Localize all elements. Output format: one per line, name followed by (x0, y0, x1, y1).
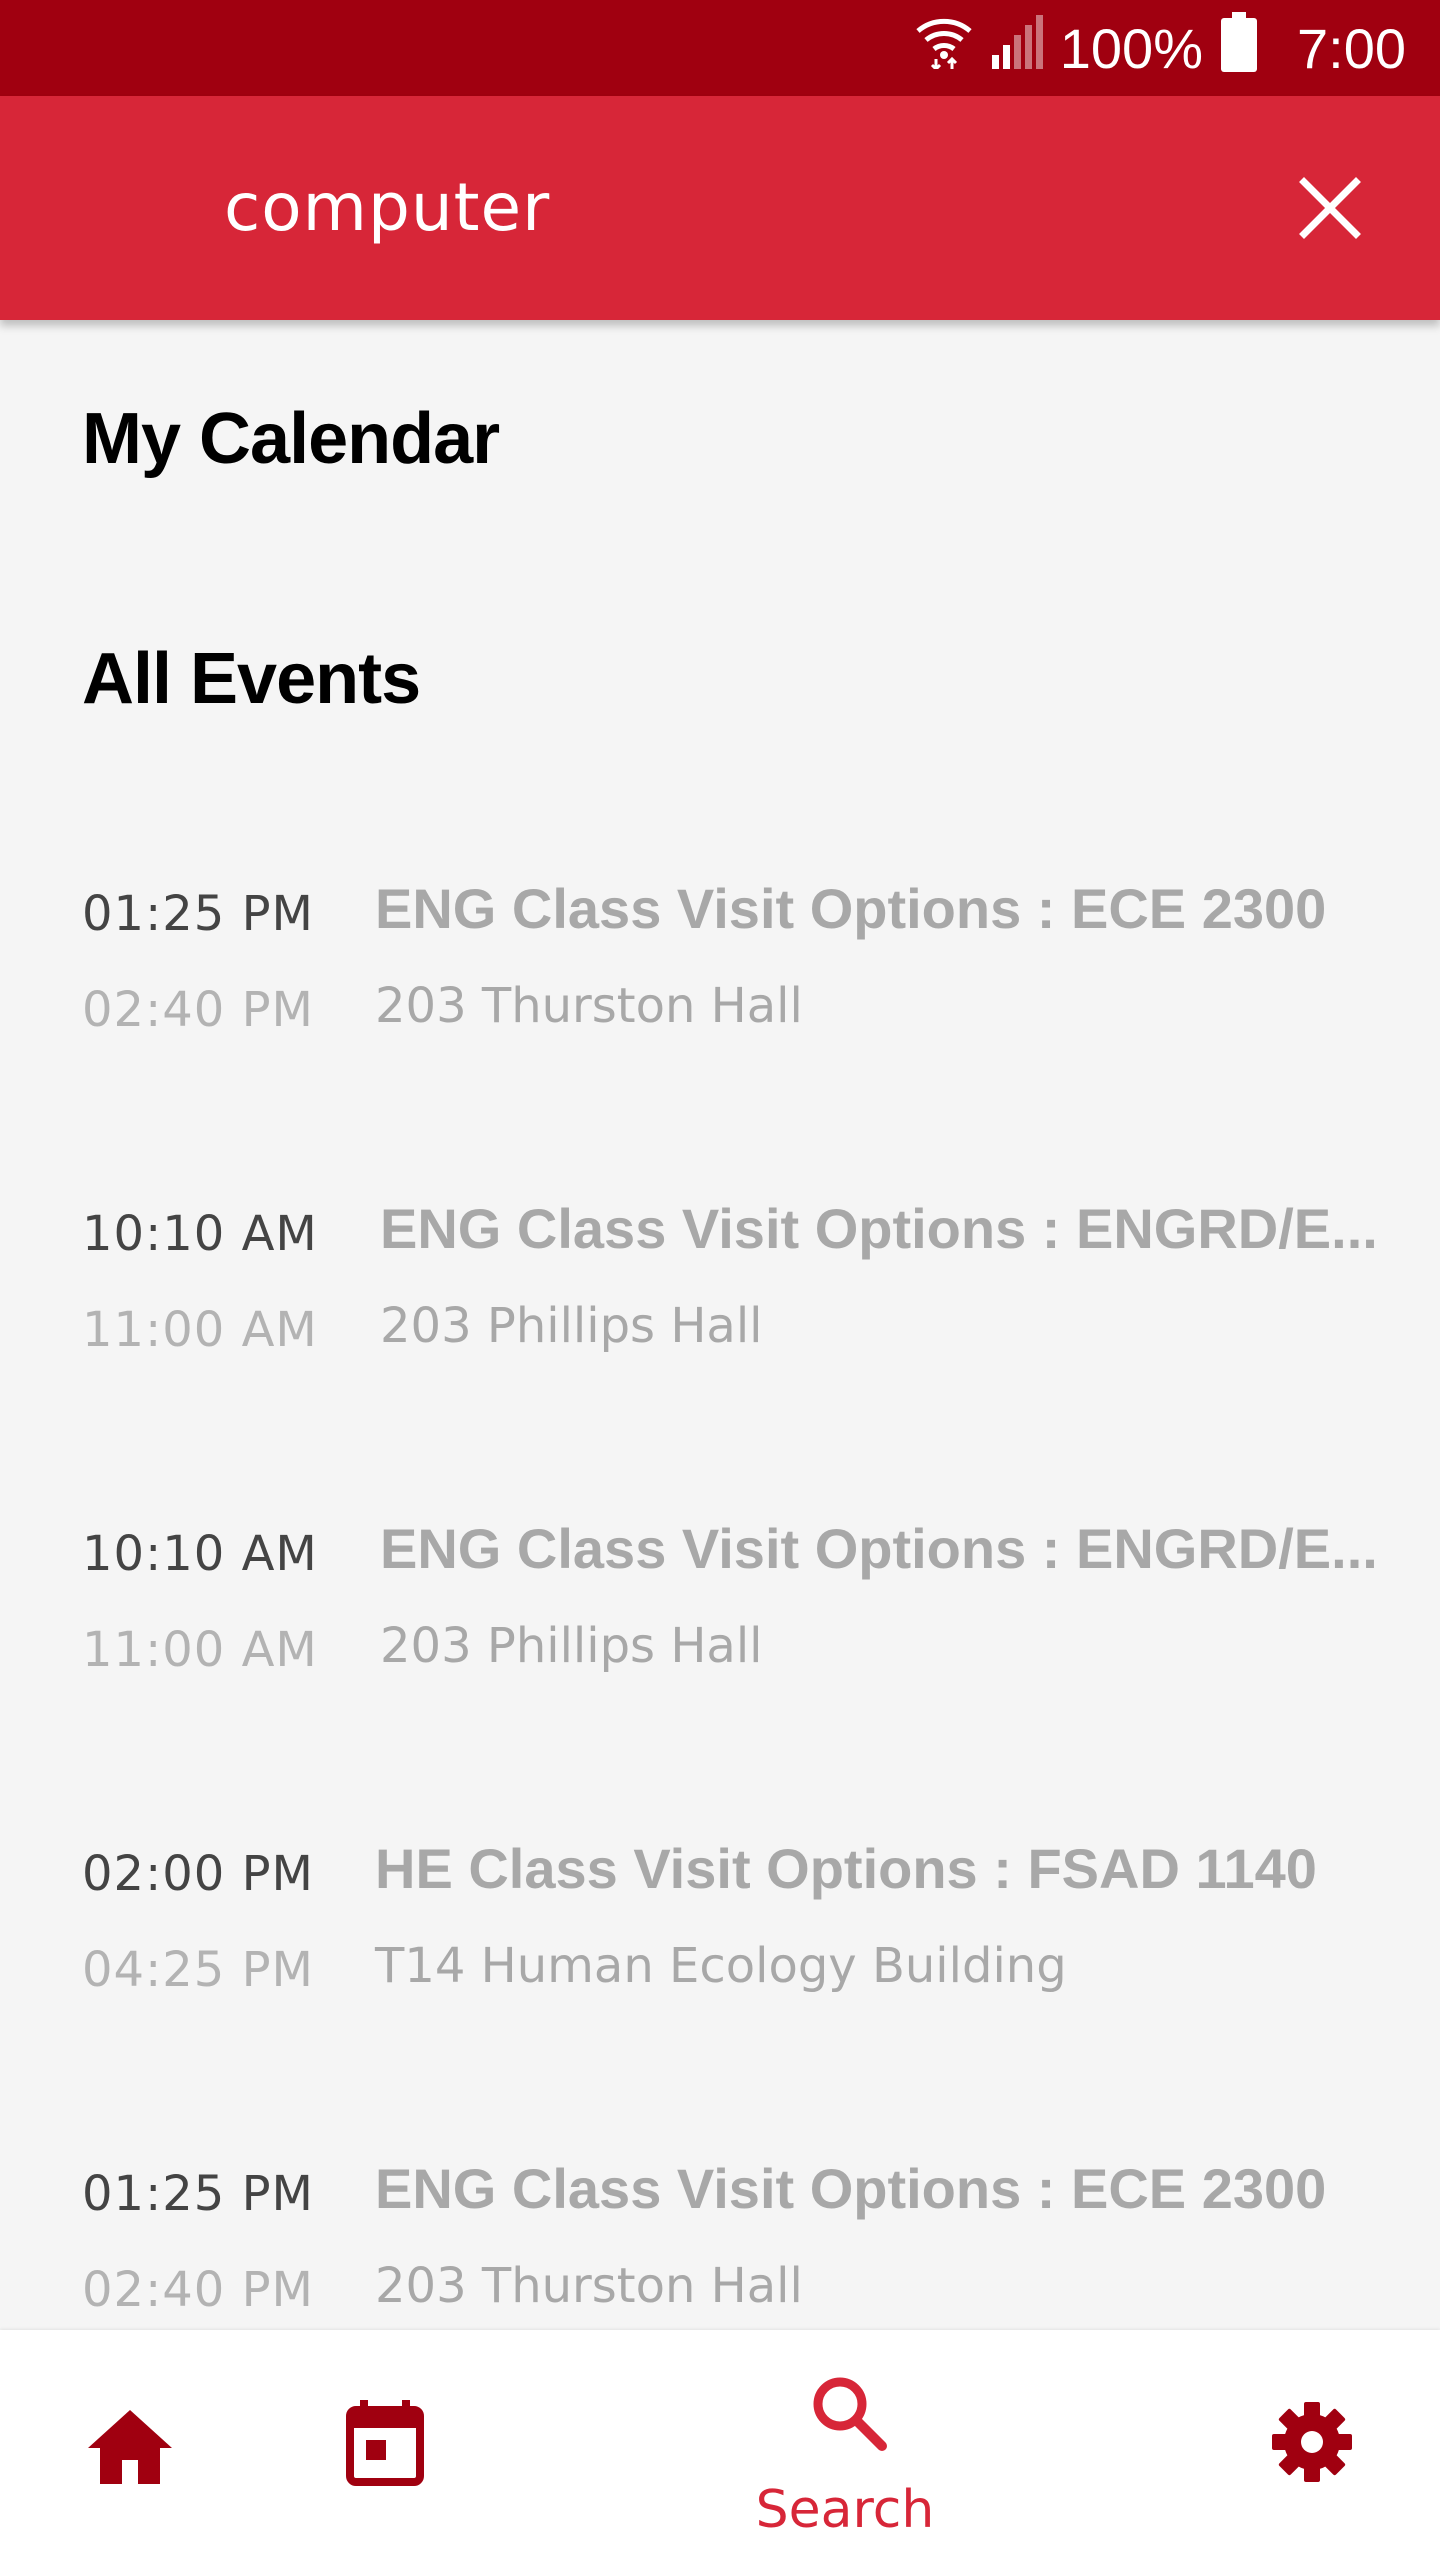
gear-icon (1270, 2400, 1354, 2489)
bottom-navigation: Search (0, 2330, 1440, 2560)
event-end-time: 02:40 PM (82, 2262, 314, 2318)
wifi-icon (914, 15, 974, 82)
nav-home-button[interactable] (50, 2330, 210, 2560)
battery-icon (1221, 11, 1257, 85)
search-app-bar: computer (0, 96, 1440, 320)
event-item[interactable]: 10:10 AM 11:00 AM ENG Class Visit Option… (0, 1517, 1440, 1746)
search-input[interactable]: computer (224, 96, 550, 320)
event-item[interactable]: 10:10 AM 11:00 AM ENG Class Visit Option… (0, 1197, 1440, 1426)
event-location: T14 Human Ecology Building (375, 1938, 1067, 1994)
event-location: 203 Phillips Hall (380, 1618, 763, 1674)
home-icon (84, 2406, 176, 2491)
calendar-icon (346, 2400, 424, 2491)
event-location: 203 Thurston Hall (375, 978, 803, 1034)
event-item[interactable]: 01:25 PM 02:40 PM ENG Class Visit Option… (0, 877, 1440, 1106)
all-events-heading: All Events (82, 639, 421, 719)
nav-calendar-button[interactable] (300, 2330, 470, 2560)
nav-search-label: Search (755, 2480, 935, 2540)
event-title: HE Class Visit Options : FSAD 1140 (375, 1837, 1317, 1900)
status-bar: 100% 7:00 (0, 0, 1440, 96)
close-icon (1290, 177, 1370, 252)
event-location: 203 Thurston Hall (375, 2258, 803, 2314)
search-results: My Calendar All Events 01:25 PM 02:40 PM… (0, 320, 1440, 2330)
event-title: ENG Class Visit Options : ENGRD/E... (380, 1197, 1378, 1260)
nav-search-button[interactable]: Search (720, 2330, 970, 2560)
event-end-time: 04:25 PM (82, 1942, 314, 1998)
event-end-time: 11:00 AM (82, 1302, 318, 1358)
event-location: 203 Phillips Hall (380, 1298, 763, 1354)
event-start-time: 01:25 PM (82, 886, 314, 942)
event-item[interactable]: 01:25 PM 02:40 PM ENG Class Visit Option… (0, 2157, 1440, 2330)
event-title: ENG Class Visit Options : ECE 2300 (375, 877, 1327, 940)
signal-icon (990, 14, 1044, 82)
search-icon (808, 2372, 888, 2457)
event-start-time: 01:25 PM (82, 2166, 314, 2222)
event-item[interactable]: 02:00 PM 04:25 PM HE Class Visit Options… (0, 1837, 1440, 2066)
event-end-time: 02:40 PM (82, 982, 314, 1038)
event-start-time: 10:10 AM (82, 1526, 318, 1582)
nav-settings-button[interactable] (1230, 2330, 1390, 2560)
event-start-time: 10:10 AM (82, 1206, 318, 1262)
event-title: ENG Class Visit Options : ENGRD/E... (380, 1517, 1378, 1580)
clock-time: 7:00 (1297, 16, 1406, 80)
event-title: ENG Class Visit Options : ECE 2300 (375, 2157, 1327, 2220)
event-end-time: 11:00 AM (82, 1622, 318, 1678)
event-start-time: 02:00 PM (82, 1846, 314, 1902)
my-calendar-heading: My Calendar (82, 399, 500, 479)
close-search-button[interactable] (1290, 168, 1370, 248)
battery-percent: 100% (1059, 16, 1203, 80)
